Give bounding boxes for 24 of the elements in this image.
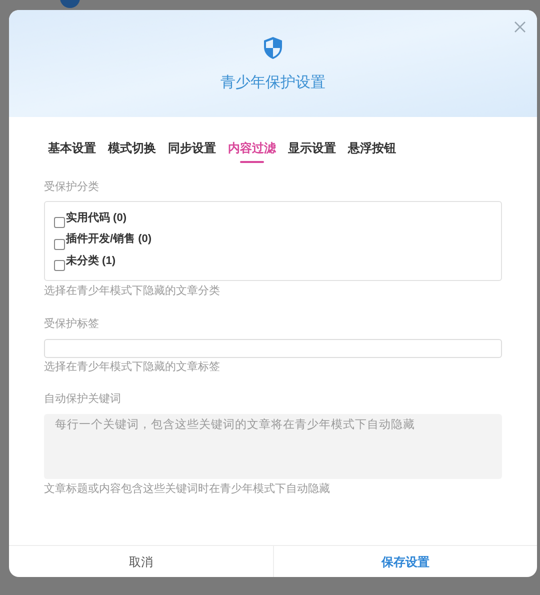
field-hint: 文章标题或内容包含这些关键词时在青少年模式下自动隐藏 [44,482,331,496]
dialog-title: 青少年保护设置 [220,73,326,93]
cancel-button[interactable]: 取消 [9,546,274,577]
tab[interactable]: 内容过滤 [228,139,276,163]
tab[interactable]: 悬浮按钮 [348,139,396,163]
tab[interactable]: 同步设置 [168,139,216,163]
keywords-text-area[interactable]: 每行一个关键词，包含这些关键词的文章将在青少年模式下自动隐藏 [44,414,502,478]
shield-icon [263,36,283,60]
checkbox[interactable] [54,238,65,250]
checkbox-label: 插件开发/销售 (0) [66,232,152,247]
tab[interactable]: 基本设置 [48,139,96,163]
field-hint: 选择在青少年模式下隐藏的文章分类 [44,284,221,298]
tab[interactable]: 显示设置 [288,139,336,163]
save-button[interactable]: 保存设置 [274,546,537,577]
field-label: 自动保护关键词 [44,392,122,407]
checkbox[interactable] [54,217,65,228]
checkbox[interactable] [54,260,65,271]
checkbox-label: 未分类 (1) [66,254,116,268]
field-label: 受保护分类 [44,180,100,195]
field-hint: 选择在青少年模式下隐藏的文章标签 [44,360,221,374]
field-label: 受保护标签 [44,316,100,332]
checkbox-label: 实用代码 (0) [66,210,126,226]
tags-input-field[interactable] [44,338,502,358]
tab[interactable]: 模式切换 [108,139,156,163]
